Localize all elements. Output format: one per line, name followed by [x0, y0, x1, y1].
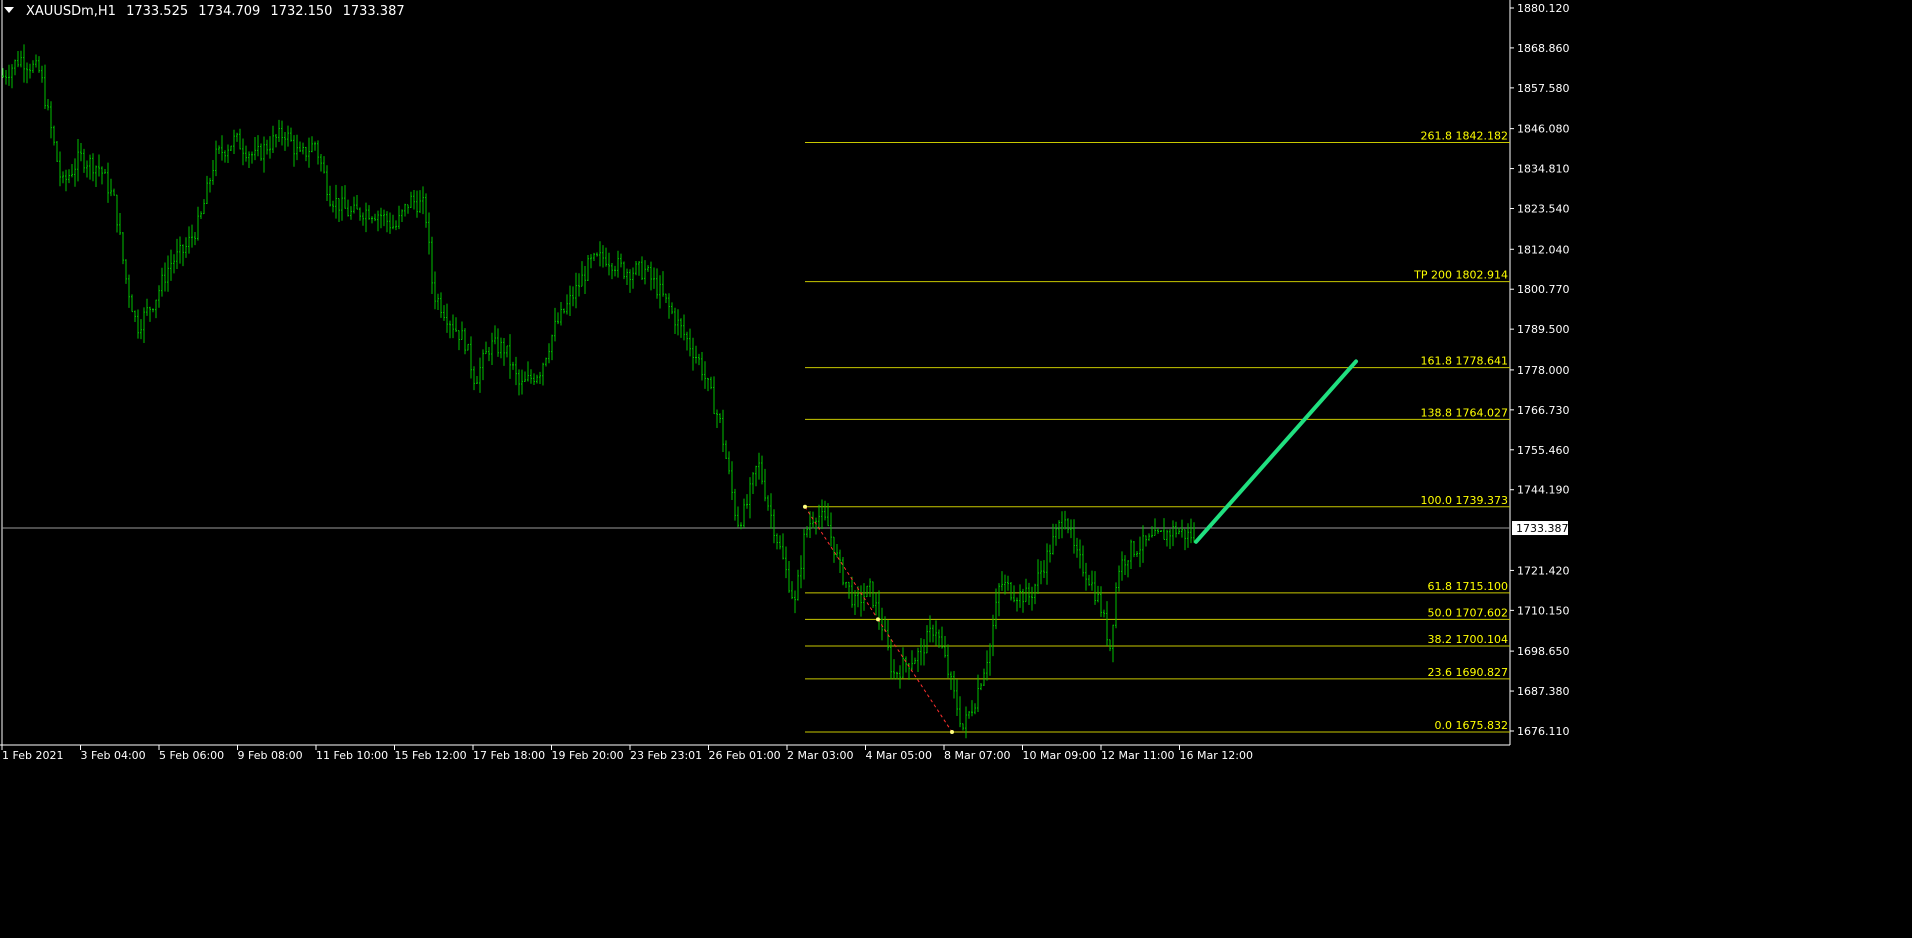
price-chart[interactable]: 1880.120 1868.860 1857.580 1846.080 1834.810…: [0, 0, 1912, 934]
x-tick-label: 1 Feb 2021: [2, 749, 63, 762]
x-tick-label: 17 Feb 18:00: [473, 749, 545, 762]
y-tick-label: 1846.080: [1517, 123, 1570, 136]
fib-anchor-high[interactable]: [803, 504, 807, 509]
x-tick-label: 4 Mar 05:00: [866, 749, 932, 762]
fib-level-label: 261.8 1842.182: [1421, 129, 1508, 142]
symbol-label: XAUUSDm,H1: [26, 4, 116, 19]
y-tick-label: 1755.460: [1517, 444, 1570, 457]
open-value: 1733.525: [126, 4, 189, 19]
fib-anchor-low[interactable]: [950, 729, 954, 734]
fib-level-label: 50.0 1707.602: [1428, 606, 1508, 619]
y-tick-label: 1868.860: [1517, 42, 1570, 55]
fib-level-label: 100.0 1739.373: [1421, 494, 1508, 507]
x-tick-label: 3 Feb 04:00: [81, 749, 146, 762]
y-tick-label: 1823.540: [1517, 203, 1570, 216]
y-tick-label: 1710.150: [1517, 604, 1570, 617]
x-tick-label: 23 Feb 23:01: [630, 749, 702, 762]
x-tick-label: 9 Feb 08:00: [238, 749, 303, 762]
close-value: 1733.387: [342, 4, 405, 19]
fib-level-label: 23.6 1690.827: [1428, 666, 1508, 679]
fib-level-label: TP 200 1802.914: [1413, 269, 1508, 282]
projection-trend-line[interactable]: [1194, 359, 1358, 544]
high-value: 1734.709: [198, 4, 261, 19]
x-tick-label: 12 Mar 11:00: [1101, 749, 1174, 762]
y-tick-label: 1812.040: [1517, 243, 1570, 256]
dropdown-triangle-icon[interactable]: [4, 7, 14, 13]
y-tick-label: 1857.580: [1517, 82, 1570, 95]
current-price-label: 1733.387: [1516, 522, 1569, 535]
fib-level-label: 0.0 1675.832: [1435, 719, 1508, 732]
x-tick-label: 26 Feb 01:00: [709, 749, 781, 762]
x-tick-label: 8 Mar 07:00: [944, 749, 1010, 762]
x-tick-label: 2 Mar 03:00: [787, 749, 853, 762]
y-tick-label: 1698.650: [1517, 645, 1570, 658]
y-tick-label: 1766.730: [1517, 404, 1570, 417]
y-tick-label: 1789.500: [1517, 323, 1570, 336]
y-tick-label: 1778.000: [1517, 364, 1570, 377]
x-tick-label: 10 Mar 09:00: [1023, 749, 1096, 762]
y-tick-label: 1880.120: [1517, 2, 1570, 15]
fib-level-label: 161.8 1778.641: [1421, 355, 1508, 368]
y-tick-label: 1744.190: [1517, 484, 1570, 497]
x-tick-label: 19 Feb 20:00: [552, 749, 624, 762]
x-tick-label: 5 Feb 06:00: [159, 749, 224, 762]
fib-trend-line-lower: [877, 619, 953, 733]
fib-level-label: 138.8 1764.027: [1421, 406, 1508, 419]
fib-level-label: 61.8 1715.100: [1428, 580, 1508, 593]
low-value: 1732.150: [270, 4, 333, 19]
x-tick-label: 15 Feb 12:00: [395, 749, 467, 762]
fib-trend-line-upper: [804, 506, 879, 620]
y-tick-label: 1800.770: [1517, 283, 1570, 296]
chart-area[interactable]: 1880.120 1868.860 1857.580 1846.080 1834.810…: [0, 0, 1912, 934]
y-tick-label: 1834.810: [1517, 163, 1570, 176]
y-tick-label: 1687.380: [1517, 685, 1570, 698]
x-tick-label: 11 Feb 10:00: [316, 749, 388, 762]
y-tick-label: 1721.420: [1517, 564, 1570, 577]
chart-header: XAUUSDm,H1 1733.525 1734.709 1732.150 17…: [4, 4, 405, 19]
y-tick-label: 1676.110: [1517, 725, 1570, 738]
fib-level-label: 38.2 1700.104: [1428, 633, 1508, 646]
fib-anchor-mid[interactable]: [876, 617, 880, 622]
x-tick-label: 16 Mar 12:00: [1180, 749, 1253, 762]
